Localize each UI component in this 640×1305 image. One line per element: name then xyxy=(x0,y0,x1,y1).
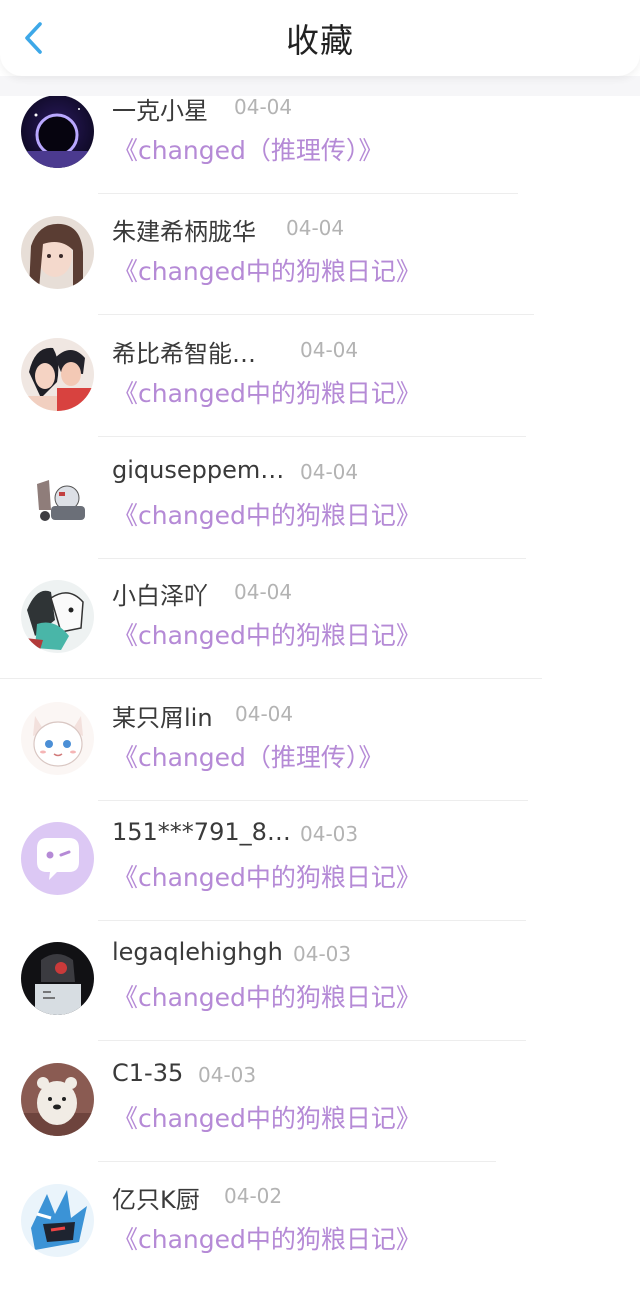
work-title-link[interactable]: 《changed（推理传）》 xyxy=(113,131,383,167)
list-item[interactable]: 151***791_8… 04-03 《changed中的狗粮日记》 xyxy=(0,818,640,943)
divider xyxy=(98,800,528,801)
user-avatar[interactable] xyxy=(21,1184,94,1257)
user-name[interactable]: C1-35 xyxy=(112,1059,183,1087)
user-avatar[interactable] xyxy=(21,942,94,1015)
user-avatar[interactable] xyxy=(21,702,94,775)
work-title-link[interactable]: 《changed（推理传）》 xyxy=(113,738,383,774)
header-divider-band xyxy=(0,76,640,96)
user-name[interactable]: 某只屑lin xyxy=(112,698,213,733)
divider xyxy=(98,558,526,559)
divider xyxy=(98,1040,526,1041)
user-name[interactable]: giquseppem… xyxy=(112,456,284,484)
work-title-link[interactable]: 《changed中的狗粮日记》 xyxy=(113,252,421,288)
user-avatar[interactable] xyxy=(21,460,94,533)
user-name[interactable]: 小白泽吖 xyxy=(112,576,208,611)
favorite-date: 04-03 xyxy=(293,942,352,966)
work-title-link[interactable]: 《changed中的狗粮日记》 xyxy=(113,858,421,894)
user-avatar[interactable] xyxy=(21,95,94,168)
list-item[interactable]: 一克小星 04-04 《changed（推理传）》 xyxy=(0,95,640,216)
favorite-date: 04-04 xyxy=(234,580,293,604)
work-title-link[interactable]: 《changed中的狗粮日记》 xyxy=(113,1220,421,1256)
favorite-date: 04-04 xyxy=(235,702,294,726)
user-name[interactable]: 希比希智能… xyxy=(112,334,256,369)
user-avatar[interactable] xyxy=(21,1063,94,1136)
user-avatar[interactable] xyxy=(21,822,94,895)
divider xyxy=(98,314,534,315)
favorite-date: 04-03 xyxy=(198,1063,257,1087)
favorite-date: 04-04 xyxy=(300,460,359,484)
favorite-date: 04-04 xyxy=(234,95,293,119)
user-name[interactable]: legaqlehighgh xyxy=(112,938,283,966)
list-item[interactable]: 某只屑lin 04-04 《changed（推理传）》 xyxy=(0,702,640,823)
divider xyxy=(98,1161,496,1162)
work-title-link[interactable]: 《changed中的狗粮日记》 xyxy=(113,496,421,532)
favorite-date: 04-04 xyxy=(286,216,345,240)
user-avatar[interactable] xyxy=(21,338,94,411)
divider xyxy=(98,436,526,437)
list-item[interactable]: 小白泽吖 04-04 《changed中的狗粮日记》 xyxy=(0,580,640,701)
chat-bubble-icon xyxy=(21,822,94,895)
work-title-link[interactable]: 《changed中的狗粮日记》 xyxy=(113,616,421,652)
user-avatar[interactable] xyxy=(21,216,94,289)
user-name[interactable]: 亿只K厨 xyxy=(112,1180,200,1215)
divider xyxy=(98,920,526,921)
list-item[interactable]: giquseppem… 04-04 《changed中的狗粮日记》 xyxy=(0,456,640,581)
favorite-date: 04-03 xyxy=(300,822,359,846)
top-bar: 收藏 xyxy=(0,0,640,76)
list-item[interactable]: 希比希智能… 04-04 《changed中的狗粮日记》 xyxy=(0,338,640,459)
user-avatar[interactable] xyxy=(21,580,94,653)
list-item[interactable]: legaqlehighgh 04-03 《changed中的狗粮日记》 xyxy=(0,938,640,1063)
work-title-link[interactable]: 《changed中的狗粮日记》 xyxy=(113,978,421,1014)
divider xyxy=(98,193,518,194)
list-item[interactable]: 亿只K厨 04-02 《changed中的狗粮日记》 xyxy=(0,1184,640,1305)
work-title-link[interactable]: 《changed中的狗粮日记》 xyxy=(113,1099,421,1135)
divider xyxy=(0,678,542,679)
work-title-link[interactable]: 《changed中的狗粮日记》 xyxy=(113,374,421,410)
favorite-date: 04-04 xyxy=(300,338,359,362)
user-name[interactable]: 151***791_8… xyxy=(112,818,291,846)
page-title: 收藏 xyxy=(286,21,354,60)
user-name[interactable]: 一克小星 xyxy=(112,91,208,126)
favorite-date: 04-02 xyxy=(224,1184,283,1208)
user-name[interactable]: 朱建希柄胧华 xyxy=(112,212,256,247)
list-item[interactable]: 朱建希柄胧华 04-04 《changed中的狗粮日记》 xyxy=(0,216,640,337)
list-item[interactable]: C1-35 04-03 《changed中的狗粮日记》 xyxy=(0,1059,640,1184)
